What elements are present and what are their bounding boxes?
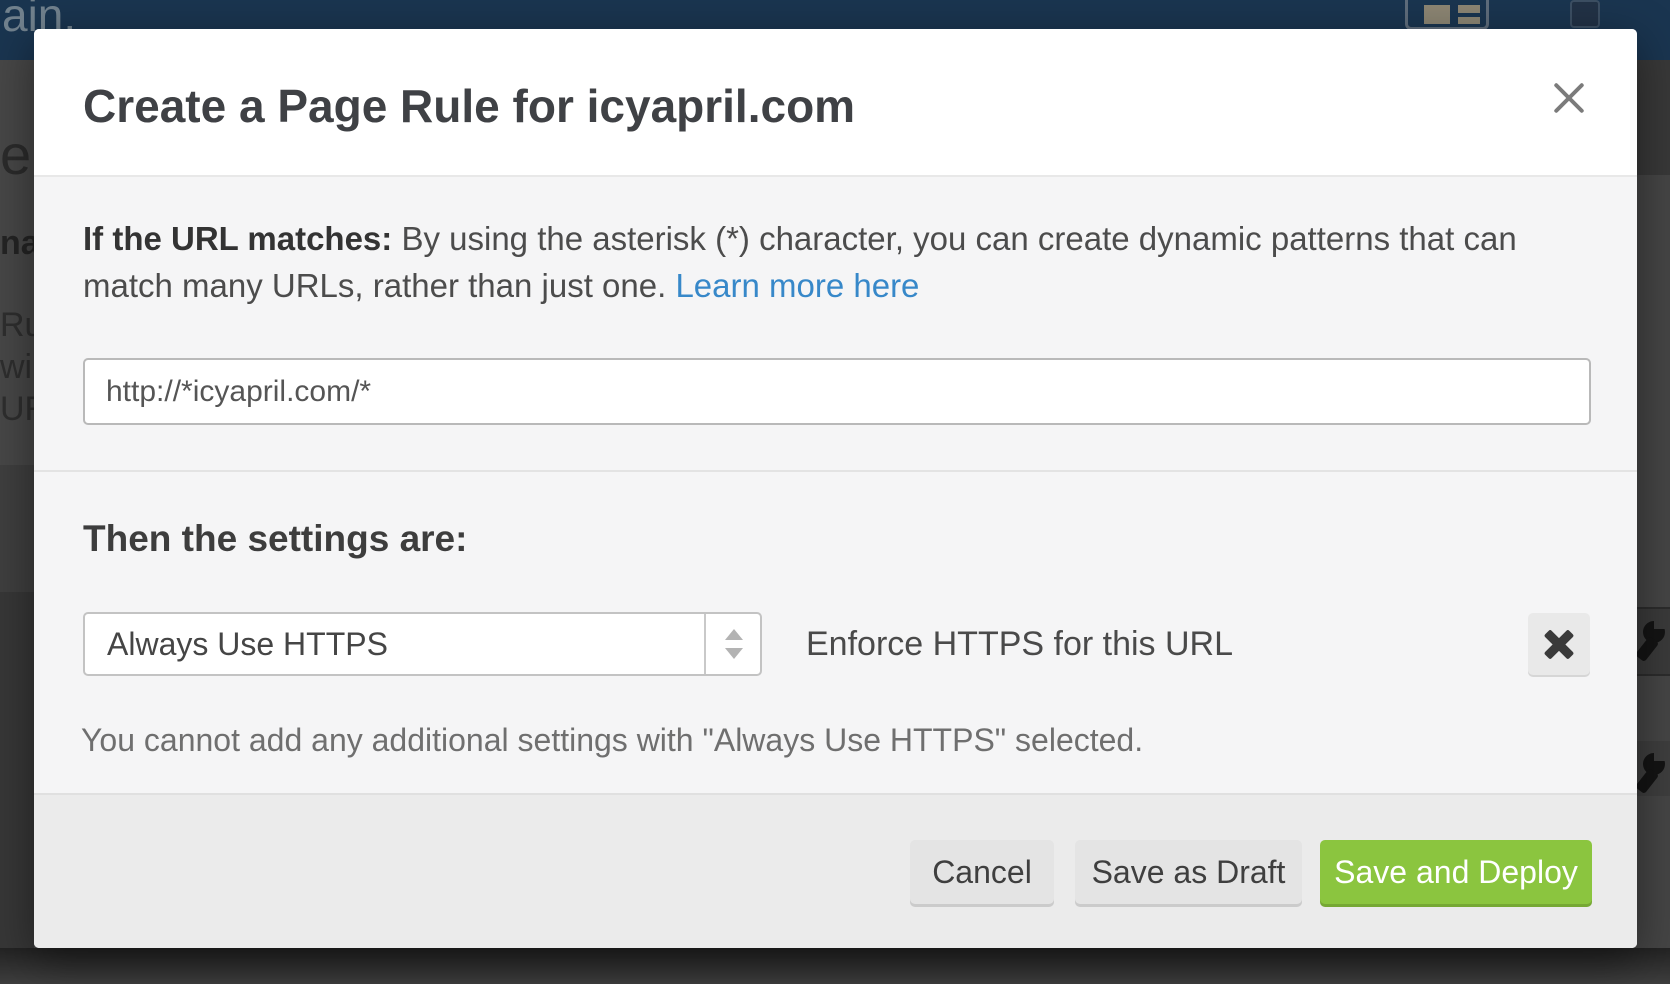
setting-select-value: Always Use HTTPS xyxy=(107,614,388,674)
background-setting-row xyxy=(1637,741,1670,796)
section-divider xyxy=(34,470,1637,472)
select-stepper-icon xyxy=(704,614,760,674)
setting-note: You cannot add any additional settings w… xyxy=(81,722,1143,759)
wrench-icon xyxy=(1640,753,1670,797)
background-right-strip xyxy=(1637,60,1670,984)
cancel-button[interactable]: Cancel xyxy=(910,840,1054,904)
background-band xyxy=(1637,60,1670,175)
setting-select[interactable]: Always Use HTTPS xyxy=(83,612,762,676)
remove-x-icon xyxy=(1542,627,1576,661)
learn-more-link[interactable]: Learn more here xyxy=(675,267,919,304)
create-page-rule-modal: Create a Page Rule for icyapril.com If t… xyxy=(34,29,1637,948)
chevron-down-icon xyxy=(725,648,743,659)
layout-grid-icon xyxy=(1405,0,1489,30)
chevron-up-icon xyxy=(725,629,743,640)
background-setting-row xyxy=(1637,607,1670,676)
remove-setting-button[interactable] xyxy=(1528,613,1590,675)
modal-footer: Cancel Save as Draft Save and Deploy xyxy=(34,793,1637,948)
wrench-icon xyxy=(1640,621,1670,665)
header-toolbar-icon xyxy=(1570,0,1600,28)
background-band xyxy=(0,465,34,592)
settings-heading: Then the settings are: xyxy=(83,518,467,560)
background-text-fragment: e xyxy=(0,122,31,187)
save-as-draft-button[interactable]: Save as Draft xyxy=(1075,840,1302,904)
modal-header: Create a Page Rule for icyapril.com xyxy=(34,29,1637,177)
url-pattern-input[interactable] xyxy=(83,358,1591,425)
setting-description: Enforce HTTPS for this URL xyxy=(806,612,1233,676)
page-rule-dialog-screen: ain. e nav Ru will UR Create a Page Rule… xyxy=(0,0,1670,984)
close-icon[interactable] xyxy=(1548,77,1590,119)
background-band xyxy=(0,592,34,984)
url-match-description: If the URL matches: By using the asteris… xyxy=(83,215,1553,309)
background-band xyxy=(0,948,1670,984)
modal-title: Create a Page Rule for icyapril.com xyxy=(83,77,855,135)
url-match-label: If the URL matches: xyxy=(83,220,392,257)
save-and-deploy-button[interactable]: Save and Deploy xyxy=(1320,840,1592,904)
